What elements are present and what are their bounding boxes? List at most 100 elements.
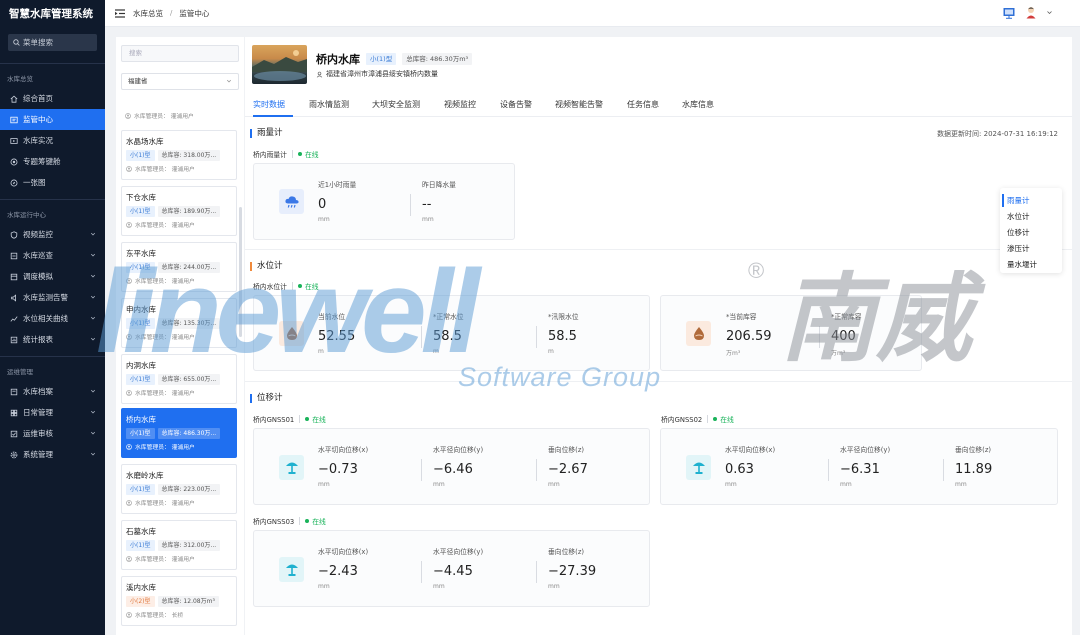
divider [299,517,301,525]
sidebar-item-audit[interactable]: 运维审核 [0,423,105,444]
tab-video-monitor[interactable]: 视频监控 [444,99,476,110]
divider [536,561,537,583]
sidebar-item-video-monitor[interactable]: 视频监控 [0,224,105,245]
breadcrumb-item-current: 监管中心 [179,8,210,18]
user-icon [126,443,132,450]
reservoir-type-tag: 小(1)型 [126,540,155,551]
device-name: 桥内GNSS01 [253,416,295,424]
metric-value: −0.73 [318,462,358,477]
metric-label: *汛限水位 [548,313,579,321]
list-item-reservoir-selected[interactable]: 桥内水库 小(1)型 总库容: 486.30万... 水库管理员： 灌浦用户 [121,408,237,458]
sidebar-item-daily[interactable]: 日常管理 [0,402,105,423]
reservoir-capacity-tag: 总库容: 223.00万... [157,484,221,495]
update-time: 数据更新时间: 2024-07-31 16:19:12 [937,130,1058,138]
province-select[interactable]: 福建省 [121,73,239,90]
sidebar-item-archive[interactable]: 水库档案 [0,381,105,402]
metric-label: 垂向位移(z) [548,446,585,454]
sidebar-item-patrol[interactable]: 水库巡查 [0,245,105,266]
sidebar-item-label: 监管中心 [23,115,53,124]
tab-task-info[interactable]: 任务信息 [627,99,659,110]
status-badge: 在线 [304,283,319,291]
anchor-item-displacement[interactable]: 位移计 [1007,227,1030,238]
anchor-item-water[interactable]: 水位计 [1007,211,1030,222]
tab-reservoir-info[interactable]: 水库信息 [682,99,714,110]
divider [245,381,1072,382]
list-item-reservoir[interactable]: 下仓水库 小(1)型 总库容: 189.90万... 水库管理员： 灌浦用户 [121,186,237,236]
section-title-displacement: 位移计 [250,394,283,403]
metric-value: −2.67 [548,462,588,477]
list-item-reservoir[interactable]: 内洞水库 小(1)型 总库容: 655.00万... 水库管理员： 灌浦用户 [121,354,237,404]
chevron-down-icon [226,79,232,83]
tab-device-alarm[interactable]: 设备告警 [500,99,532,110]
sidebar-item-topic-cockpit[interactable]: 专题筹键舱 [0,151,105,172]
sidebar-item-report[interactable]: 统计报表 [0,329,105,350]
reservoir-name: 溪内水库 [126,583,156,592]
chevron-down-icon [90,410,96,414]
list-item-reservoir[interactable]: 溪内水库 小(2)型 总库容: 12.08万m³ 水库管理员： 长桥 [121,576,237,626]
reservoir-search-input[interactable]: 搜索 [121,45,239,62]
list-item-reservoir[interactable]: 石墓水库 小(1)型 总库容: 312.00万... 水库管理员： 灌浦用户 [121,520,237,570]
reservoir-manager: 水库管理员： 灌浦用户 [126,276,232,285]
device-label: 桥内雨量计 在线 [253,149,319,159]
list-item-reservoir[interactable]: 申内水库 小(1)型 总库容: 135.30万... 水库管理员： 灌浦用户 [121,298,237,348]
divider [819,326,820,348]
reservoir-photo [252,45,307,84]
sidebar-item-home[interactable]: 综合首页 [0,88,105,109]
metric-disp-y: 水平径向位移(y) −6.46 mm [433,444,483,488]
user-icon [125,112,131,119]
reservoir-manager: 水库管理员： 灌浦用户 [126,220,232,229]
anchor-item-seepage[interactable]: 渗压计 [1007,243,1030,254]
sidebar-item-alarm[interactable]: 水库监测告警 [0,287,105,308]
list-item-reservoir[interactable]: 东平水库 小(1)型 总库容: 244.00万... 水库管理员： 灌浦用户 [121,242,237,292]
reservoir-title: 桥内水库 [316,53,360,66]
user-icon [126,499,132,506]
screen-icon[interactable] [1003,7,1015,19]
sidebar-item-label: 水库巡查 [23,251,53,260]
reservoir-address: 福建省漳州市漳浦县绥安镇桥内数量 [316,69,438,79]
video-icon [9,136,18,145]
tab-video-ai-alarm[interactable]: 视频智能告警 [555,99,603,110]
archive-icon [9,387,18,396]
anchor-item-rain[interactable]: 雨量计 [1007,195,1030,206]
sidebar-item-label: 综合首页 [23,94,53,103]
reservoir-capacity-tag: 总库容: 486.30万m³ [402,53,473,65]
list-item-reservoir[interactable]: 水磨岭水库 小(1)型 总库容: 223.00万... 水库管理员： 灌浦用户 [121,464,237,514]
breadcrumb-item[interactable]: 水库总览 [133,8,163,19]
list-scrollbar[interactable] [239,207,242,337]
tab-rain-water[interactable]: 雨水情监测 [309,99,349,110]
dispatch-icon [9,272,18,281]
province-select-value: 福建省 [128,77,148,85]
sidebar-item-live[interactable]: 水库实况 [0,130,105,151]
sidebar-item-label: 统计报表 [23,335,53,344]
list-item-reservoir[interactable]: 水晶场水库 小(1)型 总库容: 318.00万... 水库管理员： 灌浦用户 [121,130,237,180]
sidebar-item-dispatch[interactable]: 调度模拟 [0,266,105,287]
metric-label: 水平径向位移(y) [433,548,484,556]
sidebar-item-monitor-center[interactable]: 监管中心 [0,109,105,130]
chevron-down-icon [90,232,96,236]
sidebar-item-label: 视频监控 [23,230,53,239]
menu-fold-icon[interactable] [115,8,125,18]
metric-disp-z: 垂向位移(z) −2.67 mm [548,444,588,488]
metric-unit: mm [433,583,445,590]
status-badge: 在线 [720,416,734,424]
audit-icon [9,429,18,438]
reservoir-name: 水晶场水库 [126,137,164,146]
menu-search-input[interactable]: 菜单搜索 [8,34,97,51]
sidebar-item-one-map[interactable]: 一张图 [0,172,105,193]
sidebar-item-system[interactable]: 系统管理 [0,444,105,465]
tab-dam-safety[interactable]: 大坝安全监测 [372,99,420,110]
sidebar-item-water-curve[interactable]: 水位相关曲线 [0,308,105,329]
chevron-down-icon[interactable] [1047,10,1052,15]
gnss-antenna-icon [279,557,304,582]
tab-realtime-data[interactable]: 实时数据 [253,99,285,110]
metric-value: −6.46 [433,462,473,477]
metric-rain-1h: 近1小时雨量 0 mm [318,179,356,223]
avatar-icon[interactable] [1025,6,1037,19]
anchor-item-weir[interactable]: 量水堰计 [1007,259,1037,270]
metric-label: 昨日降水量 [422,181,456,189]
reservoir-name: 申内水库 [126,305,156,314]
status-badge: 在线 [312,518,326,526]
search-icon [13,39,20,46]
reservoir-list-panel: 搜索 福建省 水库管理员： 灌浦用户 水晶场水库 小(1)型 总库容: 318.0… [116,37,244,635]
metric-disp-y: 水平径向位移(y) −4.45 mm [433,546,483,590]
